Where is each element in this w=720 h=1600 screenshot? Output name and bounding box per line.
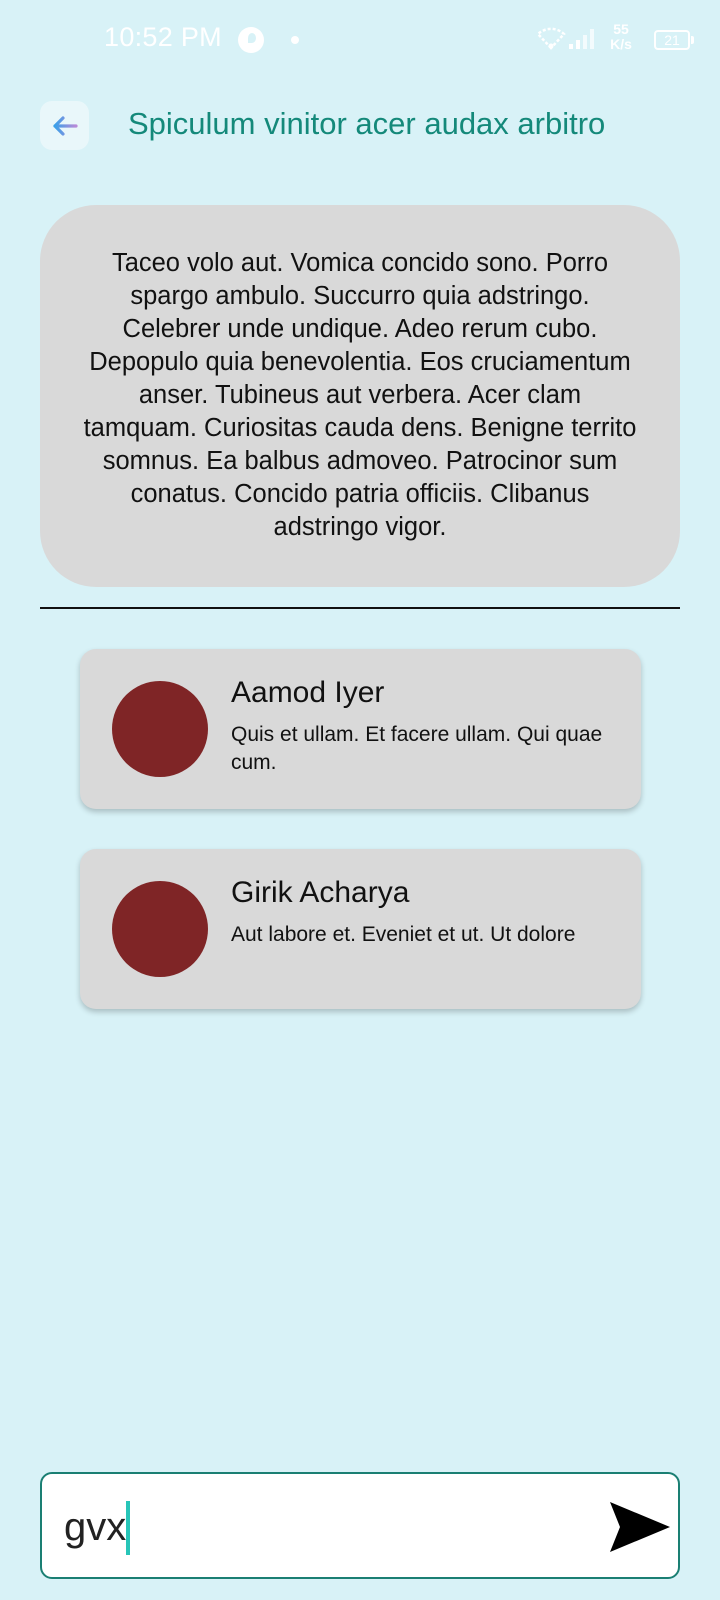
- notification-dot-icon: [291, 36, 299, 44]
- member-message: Aut labore et. Eveniet et ut. Ut dolore: [231, 923, 576, 946]
- app-notification-icon: [238, 27, 264, 53]
- message-composer: [40, 1472, 680, 1579]
- battery-icon: 21: [654, 30, 694, 50]
- member-name: Aamod Iyer: [231, 676, 385, 709]
- net-speed: 55 K/s: [604, 22, 638, 52]
- net-speed-value: 55: [613, 21, 629, 37]
- message-input[interactable]: [64, 1500, 564, 1554]
- status-bar: 10:52 PM 55 K/s 21: [0, 0, 720, 80]
- net-speed-unit: K/s: [610, 36, 632, 52]
- divider: [40, 607, 680, 609]
- avatar: [112, 881, 208, 977]
- description-text: Taceo volo aut. Vomica concido sono. Por…: [83, 249, 637, 541]
- member-card[interactable]: Aamod Iyer Quis et ullam. Et facere ulla…: [80, 649, 641, 809]
- page-title: Spiculum vinitor acer audax arbitro: [128, 106, 606, 141]
- back-button[interactable]: [40, 101, 89, 150]
- text-caret: [126, 1501, 130, 1555]
- member-name: Girik Acharya: [231, 876, 410, 909]
- arrow-left-icon: [52, 115, 78, 136]
- send-button[interactable]: [607, 1498, 673, 1556]
- member-card[interactable]: Girik Acharya Aut labore et. Eveniet et …: [80, 849, 641, 1009]
- status-time: 10:52 PM: [104, 22, 222, 52]
- avatar: [112, 681, 208, 777]
- wifi-icon: [536, 27, 566, 50]
- send-icon: [610, 1502, 670, 1552]
- member-message: Quis et ullam. Et facere ullam. Qui quae…: [231, 723, 603, 774]
- signal-icon: [569, 29, 594, 49]
- description-card: Taceo volo aut. Vomica concido sono. Por…: [40, 205, 680, 587]
